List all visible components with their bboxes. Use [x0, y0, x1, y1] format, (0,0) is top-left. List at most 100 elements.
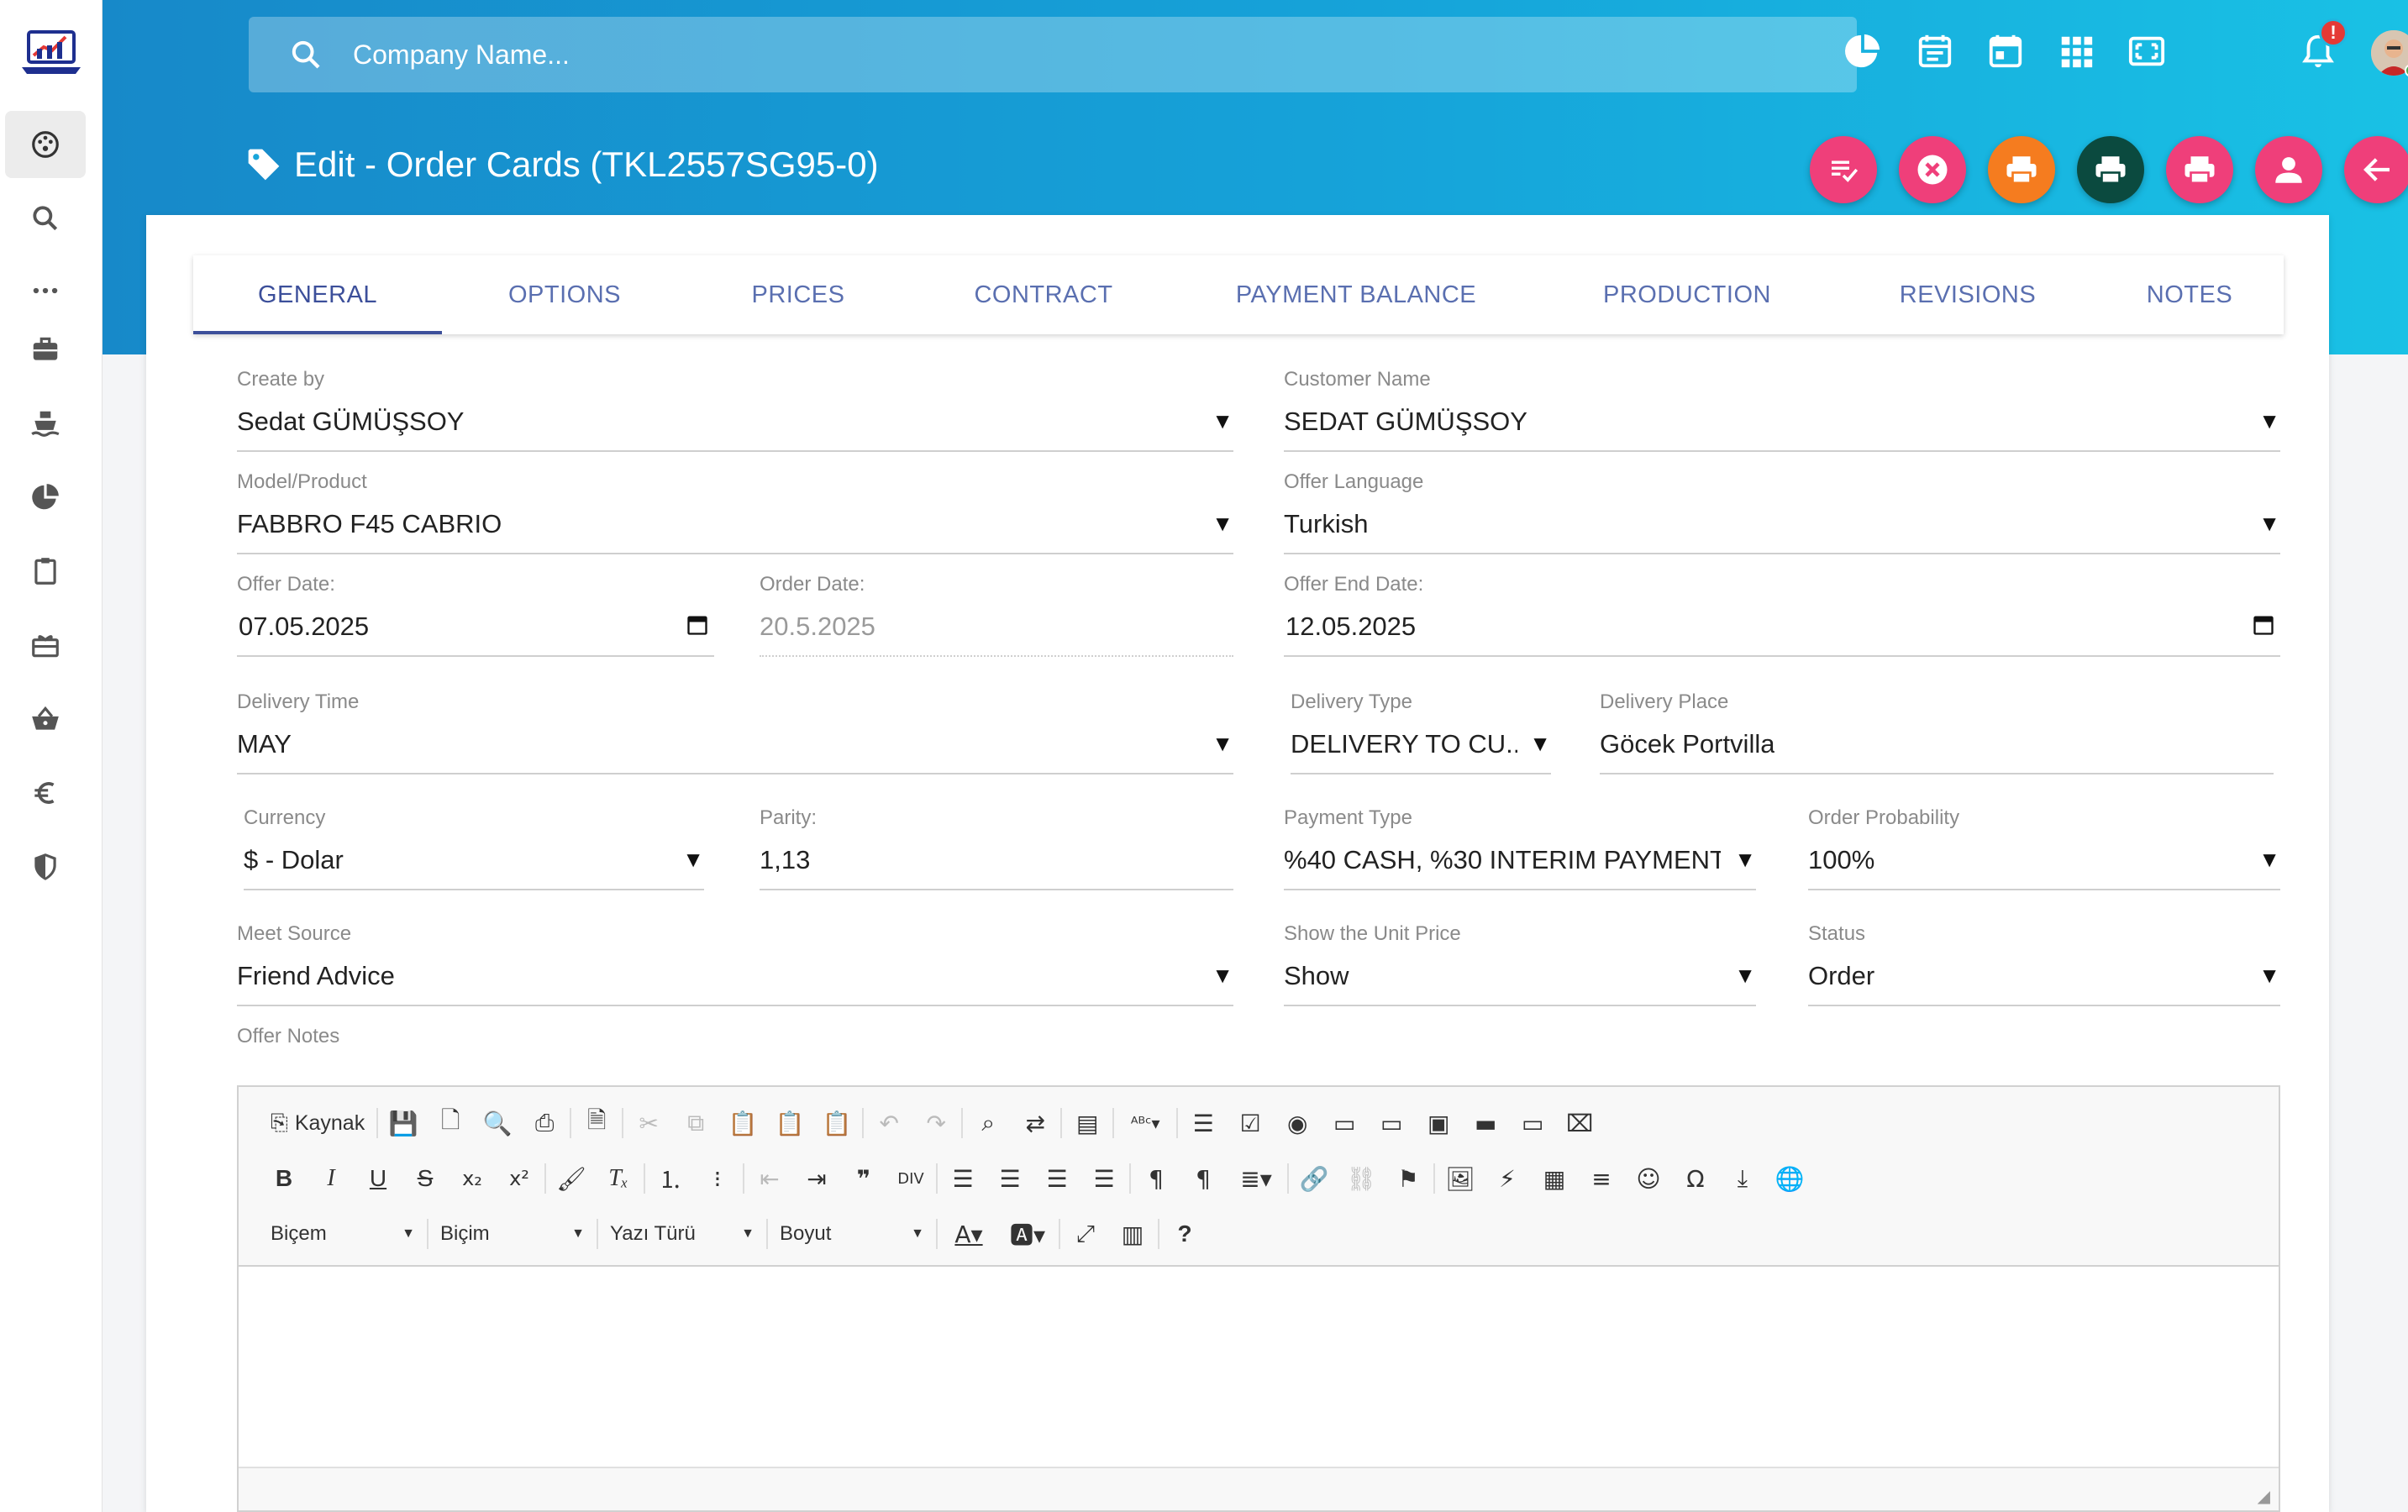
pie-chart-icon[interactable]: [1843, 32, 1882, 71]
status-select[interactable]: Status Order ▼: [1808, 922, 2280, 1006]
save-icon[interactable]: 💾: [380, 1102, 427, 1144]
paste-word-icon[interactable]: 📋: [813, 1102, 860, 1144]
size-combo[interactable]: Boyut ▼: [770, 1213, 934, 1255]
sidebar-item-more[interactable]: [5, 257, 86, 324]
align-left-icon[interactable]: ☰: [939, 1158, 986, 1200]
copy-icon[interactable]: ⧉: [672, 1102, 719, 1144]
parity-input[interactable]: Parity: 1,13: [760, 806, 1233, 890]
delivery-type-select[interactable]: Delivery Type DELIVERY TO CU... ▼: [1291, 690, 1551, 774]
offer-language-select[interactable]: Offer Language Turkish ▼: [1284, 470, 2280, 554]
sidebar-item-security[interactable]: [5, 833, 86, 900]
help-icon[interactable]: ?: [1161, 1213, 1208, 1255]
table-icon[interactable]: ▦: [1531, 1158, 1578, 1200]
search-bar[interactable]: [249, 17, 1857, 92]
underline-icon[interactable]: U: [355, 1158, 402, 1200]
justify-icon[interactable]: ☰: [1080, 1158, 1128, 1200]
tab-options[interactable]: OPTIONS: [442, 255, 687, 334]
align-center-icon[interactable]: ☰: [986, 1158, 1033, 1200]
italic-icon[interactable]: I: [308, 1158, 355, 1200]
format-combo[interactable]: Biçim ▼: [430, 1213, 595, 1255]
app-logo[interactable]: [20, 24, 82, 82]
offer-date-input[interactable]: Offer Date: 07.05.2025: [237, 573, 714, 657]
maximize-icon[interactable]: ⤢: [1062, 1213, 1109, 1255]
customer-name-select[interactable]: Customer Name SEDAT GÜMÜŞSOY ▼: [1284, 368, 2280, 452]
div-icon[interactable]: DIV: [887, 1158, 934, 1200]
tab-general[interactable]: GENERAL: [193, 255, 442, 334]
sidebar-item-dashboard[interactable]: [5, 111, 86, 178]
source-button[interactable]: ⎘ Kaynak: [260, 1102, 375, 1144]
link-icon[interactable]: 🔗: [1291, 1158, 1338, 1200]
fullscreen-icon[interactable]: [2127, 32, 2166, 71]
language-icon[interactable]: ≣▾: [1227, 1158, 1285, 1200]
print-contract-button[interactable]: [2077, 136, 2144, 203]
tab-payment-balance[interactable]: PAYMENT BALANCE: [1178, 255, 1534, 334]
currency-select[interactable]: Currency $ - Dolar ▼: [244, 806, 704, 890]
avatar[interactable]: [2371, 30, 2408, 76]
delivery-place-input[interactable]: Delivery Place Göcek Portvilla: [1600, 690, 2274, 774]
redo-icon[interactable]: ↷: [912, 1102, 960, 1144]
offer-end-date-input[interactable]: Offer End Date: 12.05.2025: [1284, 573, 2280, 657]
editor-content-area[interactable]: [239, 1267, 2279, 1468]
cut-icon[interactable]: ✂: [625, 1102, 672, 1144]
blockquote-icon[interactable]: ❞: [840, 1158, 887, 1200]
preview-icon[interactable]: 🔍: [474, 1102, 521, 1144]
radio-icon[interactable]: ◉: [1274, 1102, 1321, 1144]
show-blocks-icon[interactable]: ▥: [1109, 1213, 1156, 1255]
delivery-time-select[interactable]: Delivery Time MAY ▼: [237, 690, 1233, 774]
back-button[interactable]: [2344, 136, 2408, 203]
textfield-icon[interactable]: ▭: [1321, 1102, 1368, 1144]
calendar-list-icon[interactable]: [1916, 32, 1954, 71]
checkbox-icon[interactable]: ☑: [1227, 1102, 1274, 1144]
tab-notes[interactable]: NOTES: [2095, 255, 2284, 334]
text-color-icon[interactable]: A▾: [939, 1213, 998, 1255]
paste-icon[interactable]: 📋: [719, 1102, 766, 1144]
create-by-select[interactable]: Create by Sedat GÜMÜŞSOY ▼: [237, 368, 1233, 452]
ltr-icon[interactable]: ¶: [1133, 1158, 1180, 1200]
show-unit-price-select[interactable]: Show the Unit Price Show ▼: [1284, 922, 1756, 1006]
copy-format-icon[interactable]: 🖌: [548, 1158, 595, 1200]
tab-prices[interactable]: PRICES: [687, 255, 909, 334]
spellcheck-icon[interactable]: ᴬᴮᶜ▾: [1116, 1102, 1175, 1144]
undo-icon[interactable]: ↶: [865, 1102, 912, 1144]
rtl-icon[interactable]: ¶: [1180, 1158, 1227, 1200]
sidebar-item-clipboard[interactable]: [5, 538, 86, 605]
calendar-icon[interactable]: [2252, 613, 2275, 637]
image-button-icon[interactable]: ▭: [1509, 1102, 1556, 1144]
bulleted-list-icon[interactable]: ⁝: [694, 1158, 741, 1200]
hidden-field-icon[interactable]: ⌧: [1556, 1102, 1603, 1144]
sidebar-item-briefcase[interactable]: [5, 316, 86, 383]
select-all-icon[interactable]: ▤: [1064, 1102, 1111, 1144]
form-icon[interactable]: ☰: [1180, 1102, 1227, 1144]
meet-source-select[interactable]: Meet Source Friend Advice ▼: [237, 922, 1233, 1006]
background-color-icon[interactable]: 🅰▾: [998, 1213, 1057, 1255]
remove-format-icon[interactable]: Tₓ: [595, 1158, 642, 1200]
styles-combo[interactable]: Biçem ▼: [260, 1213, 425, 1255]
bold-icon[interactable]: B: [260, 1158, 308, 1200]
tab-production[interactable]: PRODUCTION: [1534, 255, 1840, 334]
strike-icon[interactable]: S: [402, 1158, 449, 1200]
textarea-icon[interactable]: ▭: [1368, 1102, 1415, 1144]
button-field-icon[interactable]: ▬: [1462, 1102, 1509, 1144]
sidebar-item-currency[interactable]: [5, 759, 86, 827]
calendar-icon[interactable]: [1986, 32, 2025, 71]
company-search-input[interactable]: [353, 39, 1697, 71]
sidebar-item-gift[interactable]: [5, 612, 86, 679]
tab-contract[interactable]: CONTRACT: [909, 255, 1178, 334]
payment-type-select[interactable]: Payment Type %40 CASH, %30 INTERIM PAYME…: [1284, 806, 1756, 890]
templates-icon[interactable]: 🗎: [573, 1102, 620, 1144]
align-right-icon[interactable]: ☰: [1033, 1158, 1080, 1200]
unlink-icon[interactable]: ⛓: [1338, 1158, 1385, 1200]
calendar-icon[interactable]: [686, 613, 709, 637]
page-break-icon[interactable]: ⤓: [1719, 1158, 1766, 1200]
font-combo[interactable]: Yazı Türü ▼: [600, 1213, 765, 1255]
image-icon[interactable]: 🖼: [1437, 1158, 1484, 1200]
order-probability-select[interactable]: Order Probability 100% ▼: [1808, 806, 2280, 890]
special-char-icon[interactable]: Ω: [1672, 1158, 1719, 1200]
sidebar-item-reports[interactable]: [5, 464, 86, 531]
outdent-icon[interactable]: ⇤: [746, 1158, 793, 1200]
sidebar-item-ship[interactable]: [5, 390, 86, 457]
superscript-icon[interactable]: x²: [496, 1158, 543, 1200]
print-offer-button[interactable]: [1988, 136, 2055, 203]
tab-revisions[interactable]: REVISIONS: [1840, 255, 2095, 334]
replace-icon[interactable]: ⇄: [1012, 1102, 1059, 1144]
